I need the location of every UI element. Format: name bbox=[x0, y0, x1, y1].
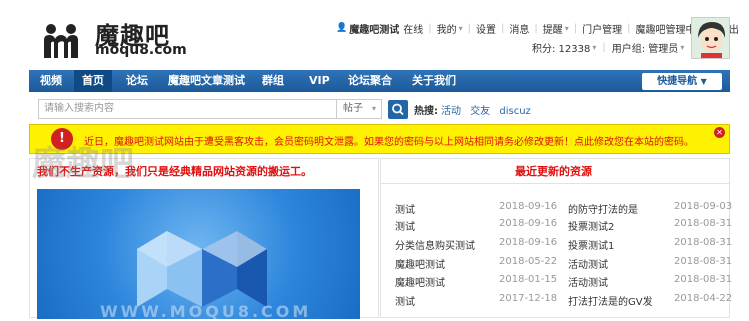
online-status: 在线 bbox=[403, 24, 424, 36]
search-type-select[interactable]: 帖子 ▾ bbox=[337, 99, 382, 119]
notice-text[interactable]: 近日，魔趣吧测试网站由于遭受黑客攻击，会员密码明文泄露。如果您的密码与以上网站相… bbox=[84, 133, 694, 148]
list-item-title[interactable]: 投票测试1 bbox=[568, 237, 614, 252]
avatar-image bbox=[692, 18, 729, 58]
watermark-text: 魔趣吧 bbox=[32, 144, 134, 184]
quick-nav-label: 快捷导航 bbox=[657, 76, 698, 87]
user-group-label[interactable]: 用户组: 管理员 bbox=[612, 40, 679, 55]
latest-resources-title: 最近更新的资源 bbox=[515, 165, 592, 178]
list-item-date: 2018-05-22 bbox=[499, 256, 558, 267]
list-item-date: 2018-09-03 bbox=[674, 201, 733, 212]
list-item-title[interactable]: 魔趣吧测试 bbox=[395, 256, 445, 271]
list-item-date: 2017-12-18 bbox=[499, 293, 558, 304]
divider bbox=[380, 183, 730, 184]
hot-word-link[interactable]: 交友 bbox=[470, 106, 490, 117]
search-button[interactable] bbox=[388, 100, 408, 119]
nav-item-groups[interactable]: 群组 bbox=[262, 70, 284, 92]
hot-search-words: 活动 交友 discuz bbox=[441, 102, 537, 117]
nav-item-forum[interactable]: 论坛 bbox=[126, 70, 148, 92]
watermark-domain: WWW.MOQU8.COM bbox=[100, 302, 312, 321]
list-item-title[interactable]: 分类信息购买测试 bbox=[395, 237, 475, 252]
user-icon: 👤 bbox=[336, 23, 348, 33]
logo-domain: moqu8.com bbox=[95, 42, 187, 58]
main-nav: 视频 首页 论坛 魔趣吧文章测试 群组 VIP 论坛聚合 关于我们 bbox=[29, 70, 730, 92]
banner-image[interactable] bbox=[37, 189, 360, 319]
user-stats: 积分: 12338 ▾ | 用户组: 管理员 ▾ bbox=[532, 40, 685, 55]
chevron-down-icon: ▾ bbox=[564, 23, 569, 33]
list-item-title[interactable]: 的防守打法的是 bbox=[568, 201, 638, 216]
hot-search-label: 热搜: bbox=[414, 106, 438, 117]
messages-link[interactable]: 消息 bbox=[509, 21, 529, 36]
list-item-date: 2018-09-16 bbox=[499, 218, 558, 229]
list-item-date: 2018-01-15 bbox=[499, 274, 558, 285]
nav-item-articles[interactable]: 魔趣吧文章测试 bbox=[168, 70, 245, 92]
reminders-menu[interactable]: 提醒 bbox=[543, 21, 563, 36]
list-item-date: 2018-08-31 bbox=[674, 256, 733, 267]
list-item-date: 2018-04-22 bbox=[674, 293, 733, 304]
nav-item-video[interactable]: 视频 bbox=[40, 70, 62, 92]
list-item-title[interactable]: 测试 bbox=[395, 218, 415, 233]
list-item-title[interactable]: 活动测试 bbox=[568, 256, 608, 271]
search-icon bbox=[392, 103, 404, 116]
caret-down-icon: ▼ bbox=[700, 77, 707, 86]
nav-item-forum-aggregate[interactable]: 论坛聚合 bbox=[348, 70, 392, 92]
settings-link[interactable]: 设置 bbox=[476, 21, 496, 36]
hot-word-link[interactable]: discuz bbox=[499, 106, 530, 117]
portal-admin-link[interactable]: 门户管理 bbox=[582, 21, 622, 36]
list-item-title[interactable]: 打法打法是的GV发 bbox=[568, 293, 653, 308]
points-label[interactable]: 积分: 12338 bbox=[532, 40, 590, 55]
chevron-down-icon: ▾ bbox=[592, 42, 597, 52]
list-item-title[interactable]: 魔趣吧测试 bbox=[395, 274, 445, 289]
list-item-date: 2018-09-16 bbox=[499, 201, 558, 212]
list-item-title[interactable]: 测试 bbox=[395, 201, 415, 216]
list-item-date: 2018-08-31 bbox=[674, 237, 733, 248]
logo-icon[interactable] bbox=[41, 20, 81, 60]
list-item-date: 2018-09-16 bbox=[499, 237, 558, 248]
chevron-down-icon: ▾ bbox=[371, 104, 376, 113]
close-icon[interactable]: ✕ bbox=[714, 127, 725, 138]
hot-word-link[interactable]: 活动 bbox=[441, 106, 461, 117]
chevron-down-icon: ▾ bbox=[680, 42, 685, 52]
username-link[interactable]: 魔趣吧测试 bbox=[349, 21, 399, 36]
user-toolbar: 👤 魔趣吧测试 在线 | 我的 ▾ | 设置 | 消息 | 提醒 ▾ | 门户管理 … bbox=[336, 20, 739, 36]
quick-nav-button[interactable]: 快捷导航 ▼ bbox=[642, 73, 722, 90]
list-item-date: 2018-08-31 bbox=[674, 274, 733, 285]
cube-logo-graphic bbox=[137, 231, 267, 307]
list-item-title[interactable]: 活动测试 bbox=[568, 274, 608, 289]
search-type-value: 帖子 bbox=[343, 103, 363, 114]
my-menu[interactable]: 我的 bbox=[437, 21, 457, 36]
nav-item-home[interactable]: 首页 bbox=[74, 70, 112, 92]
search-input[interactable]: 请输入搜索内容 bbox=[38, 99, 337, 119]
list-item-title[interactable]: 测试 bbox=[395, 293, 415, 308]
list-item-title[interactable]: 投票测试2 bbox=[568, 218, 614, 233]
nav-item-vip[interactable]: VIP bbox=[309, 70, 330, 92]
list-item-date: 2018-08-31 bbox=[674, 218, 733, 229]
avatar[interactable] bbox=[691, 17, 730, 59]
nav-item-about[interactable]: 关于我们 bbox=[412, 70, 456, 92]
chevron-down-icon: ▾ bbox=[458, 23, 463, 33]
